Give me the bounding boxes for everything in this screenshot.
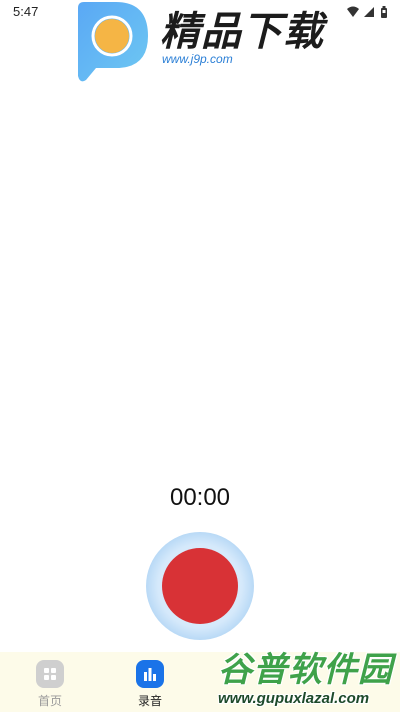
bar-chart-icon — [136, 660, 164, 688]
nav-label-home: 首页 — [37, 694, 62, 708]
grid-icon — [36, 660, 64, 688]
battery-icon — [381, 6, 387, 18]
record-button[interactable] — [146, 532, 254, 640]
nav-item-home[interactable]: 首页 — [20, 652, 80, 712]
watermark-title-bottom: 谷普软件园 — [218, 650, 393, 690]
watermark-title-top: 精品下载 — [160, 9, 324, 55]
status-time: 5:47 — [13, 4, 39, 19]
status-icons — [346, 5, 390, 19]
wifi-icon — [347, 6, 359, 17]
watermark-logo-bottom: 谷普软件园 www.gupuxlazal.com — [212, 648, 398, 712]
signal-icon — [364, 7, 374, 17]
record-dot — [162, 548, 238, 624]
recording-timer: 00:00 — [169, 484, 231, 511]
recorder-screen: 5:47 精品下载 www.j9p.com 00:00 首页 录音 谷普软件园 … — [0, 0, 400, 712]
p-logo-icon — [78, 2, 148, 82]
watermark-url-top: www.j9p.com — [162, 52, 233, 66]
watermark-logo-top: 精品下载 www.j9p.com — [74, 0, 334, 84]
watermark-url-bottom: www.gupuxlazal.com — [218, 690, 370, 707]
nav-item-record[interactable]: 录音 — [120, 652, 180, 712]
nav-label-record: 录音 — [137, 694, 162, 708]
